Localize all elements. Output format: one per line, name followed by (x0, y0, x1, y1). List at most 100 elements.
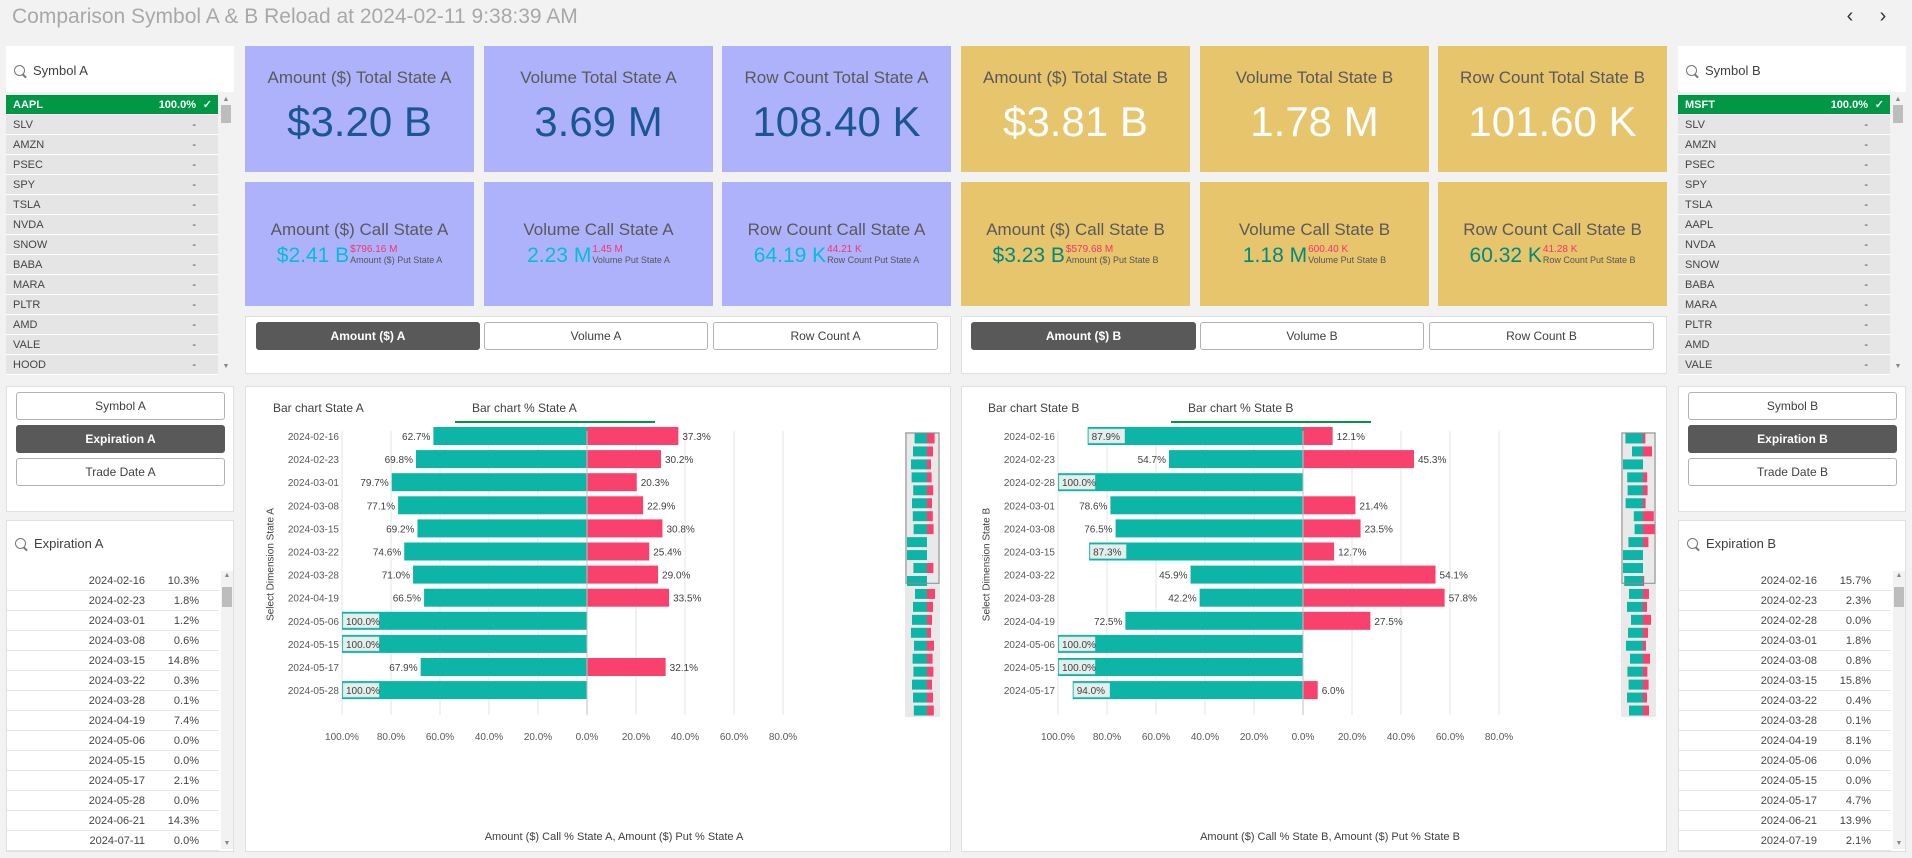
expiration-b-row[interactable]: 2024-05-15 0.0% (1679, 771, 1891, 791)
scroll-up-icon[interactable]: ▲ (220, 95, 232, 105)
amount-b-button[interactable]: Amount ($) B (971, 322, 1196, 350)
symbol-b-list-item[interactable]: VALE - (1678, 355, 1890, 375)
kpi-volume-call-b[interactable]: Volume Call State B 1.18 M 600.40 K Volume… (1200, 182, 1429, 306)
expiration-a-row[interactable]: 2024-05-28 0.0% (7, 791, 219, 811)
kpi-row-call-b[interactable]: Row Count Call State B 60.32 K 41.28 K Row… (1438, 182, 1667, 306)
kpi-amount-call-b[interactable]: Amount ($) Call State B $3.23 B $579.68 M… (961, 182, 1190, 306)
symbol-a-list-item[interactable]: PLTR - (6, 295, 218, 315)
scroll-thumb[interactable] (221, 105, 231, 123)
expiration-a-row[interactable]: 2024-03-01 1.2% (7, 611, 219, 631)
bar-chart-b[interactable]: 100.0% 80.0% 60.0% 40.0% 20.0% 0.0% 20.0% 40.0%… (962, 387, 1668, 827)
expiration-b-row[interactable]: 2024-03-15 15.8% (1679, 671, 1891, 691)
expiration-a-row[interactable]: 2024-07-11 0.0% (7, 831, 219, 851)
symbol-a-header[interactable]: Symbol A (14, 63, 88, 78)
trade-date-a-button[interactable]: Trade Date A (16, 458, 225, 486)
symbol-a-list-item[interactable]: HOOD - (6, 355, 218, 375)
expiration-b-scrollbar[interactable]: ▲ ▼ (1893, 571, 1905, 849)
kpi-row-call-a[interactable]: Row Count Call State A 64.19 K 44.21 K Row… (722, 182, 951, 306)
scroll-thumb[interactable] (1893, 105, 1903, 123)
symbol-b-list-item[interactable]: TSLA - (1678, 195, 1890, 215)
kpi-row-total-b[interactable]: Row Count Total State B 101.60 K (1438, 46, 1667, 172)
symbol-a-list-item[interactable]: TSLA - (6, 195, 218, 215)
symbol-b-list-item[interactable]: BABA - (1678, 275, 1890, 295)
trade-date-b-button[interactable]: Trade Date B (1688, 458, 1897, 486)
symbol-a-list-item[interactable]: AMZN - (6, 135, 218, 155)
row-count-a-button[interactable]: Row Count A (713, 322, 938, 350)
next-sheet-button[interactable]: › (1872, 6, 1894, 28)
kpi-amount-total-a[interactable]: Amount ($) Total State A $3.20 B (245, 46, 474, 172)
expiration-b-row[interactable]: 2024-04-19 8.1% (1679, 731, 1891, 751)
expiration-b-row[interactable]: 2024-02-23 2.3% (1679, 591, 1891, 611)
scroll-thumb[interactable] (1894, 587, 1904, 607)
symbol-a-list-item[interactable]: VALE - (6, 335, 218, 355)
expiration-a-row[interactable]: 2024-03-28 0.1% (7, 691, 219, 711)
symbol-b-list-item[interactable]: AAPL - (1678, 215, 1890, 235)
symbol-b-list-item[interactable]: AMD - (1678, 335, 1890, 355)
symbol-b-scrollbar[interactable]: ▲ ▼ (1892, 95, 1904, 372)
previous-sheet-button[interactable]: ‹ (1839, 6, 1861, 28)
kpi-amount-call-a[interactable]: Amount ($) Call State A $2.41 B $796.16 M… (245, 182, 474, 306)
amount-a-button[interactable]: Amount ($) A (256, 322, 480, 350)
bar-chart-a[interactable]: 100.0% 80.0% 60.0% 40.0% 20.0% 0.0% 20.0% 40.0%… (246, 387, 952, 827)
scroll-up-icon[interactable]: ▲ (1893, 571, 1905, 581)
symbol-a-scrollbar[interactable]: ▲ ▼ (220, 95, 232, 372)
kpi-volume-call-a[interactable]: Volume Call State A 2.23 M 1.45 M Volume P… (484, 182, 713, 306)
expiration-b-row[interactable]: 2024-05-06 0.0% (1679, 751, 1891, 771)
expiration-a-button[interactable]: Expiration A (16, 425, 225, 453)
kpi-row-total-a[interactable]: Row Count Total State A 108.40 K (722, 46, 951, 172)
expiration-a-row[interactable]: 2024-02-23 1.8% (7, 591, 219, 611)
expiration-b-row[interactable]: 2024-07-19 2.1% (1679, 831, 1891, 851)
symbol-b-list-item[interactable]: MSFT 100.0% ✓ (1678, 95, 1890, 115)
expiration-b-row[interactable]: 2024-03-01 1.8% (1679, 631, 1891, 651)
symbol-b-list-item[interactable]: AMZN - (1678, 135, 1890, 155)
symbol-a-button[interactable]: Symbol A (16, 392, 225, 420)
expiration-b-row[interactable]: 2024-02-16 15.7% (1679, 571, 1891, 591)
scroll-down-icon[interactable]: ▼ (1892, 362, 1904, 372)
expiration-a-row[interactable]: 2024-06-21 14.3% (7, 811, 219, 831)
symbol-b-button[interactable]: Symbol B (1688, 392, 1897, 420)
symbol-b-list-item[interactable]: PLTR - (1678, 315, 1890, 335)
kpi-volume-total-a[interactable]: Volume Total State A 3.69 M (484, 46, 713, 172)
symbol-a-list-item[interactable]: SLV - (6, 115, 218, 135)
volume-b-button[interactable]: Volume B (1200, 322, 1424, 350)
expiration-a-scrollbar[interactable]: ▲ ▼ (221, 571, 233, 849)
symbol-a-list-item[interactable]: PSEC - (6, 155, 218, 175)
scroll-down-icon[interactable]: ▼ (221, 839, 233, 849)
expiration-a-header[interactable]: Expiration A (15, 536, 103, 551)
expiration-b-button[interactable]: Expiration B (1688, 425, 1897, 453)
scroll-up-icon[interactable]: ▲ (221, 571, 233, 581)
symbol-b-list-item[interactable]: MARA - (1678, 295, 1890, 315)
expiration-a-row[interactable]: 2024-03-22 0.3% (7, 671, 219, 691)
symbol-b-header[interactable]: Symbol B (1686, 63, 1761, 78)
expiration-a-row[interactable]: 2024-02-16 10.3% (7, 571, 219, 591)
expiration-a-row[interactable]: 2024-05-15 0.0% (7, 751, 219, 771)
expiration-b-row[interactable]: 2024-06-21 13.9% (1679, 811, 1891, 831)
row-count-b-button[interactable]: Row Count B (1429, 322, 1654, 350)
symbol-a-list-item[interactable]: AMD - (6, 315, 218, 335)
volume-a-button[interactable]: Volume A (484, 322, 708, 350)
kpi-volume-total-b[interactable]: Volume Total State B 1.78 M (1200, 46, 1429, 172)
symbol-a-list-item[interactable]: NVDA - (6, 215, 218, 235)
expiration-b-row[interactable]: 2024-05-17 4.7% (1679, 791, 1891, 811)
scroll-down-icon[interactable]: ▼ (1893, 839, 1905, 849)
expiration-a-row[interactable]: 2024-05-17 2.1% (7, 771, 219, 791)
scroll-up-icon[interactable]: ▲ (1892, 95, 1904, 105)
expiration-b-row[interactable]: 2024-02-28 0.0% (1679, 611, 1891, 631)
symbol-b-list-item[interactable]: SNOW - (1678, 255, 1890, 275)
expiration-a-row[interactable]: 2024-03-15 14.8% (7, 651, 219, 671)
kpi-amount-total-b[interactable]: Amount ($) Total State B $3.81 B (961, 46, 1190, 172)
symbol-a-list-item[interactable]: AAPL 100.0% ✓ (6, 95, 218, 115)
expiration-b-row[interactable]: 2024-03-28 0.1% (1679, 711, 1891, 731)
expiration-b-row[interactable]: 2024-03-08 0.8% (1679, 651, 1891, 671)
symbol-a-list-item[interactable]: SPY - (6, 175, 218, 195)
expiration-a-row[interactable]: 2024-04-19 7.4% (7, 711, 219, 731)
symbol-b-list-item[interactable]: SLV - (1678, 115, 1890, 135)
symbol-a-list-item[interactable]: SNOW - (6, 235, 218, 255)
symbol-b-list-item[interactable]: NVDA - (1678, 235, 1890, 255)
symbol-a-list-item[interactable]: BABA - (6, 255, 218, 275)
expiration-b-row[interactable]: 2024-03-22 0.4% (1679, 691, 1891, 711)
scroll-down-icon[interactable]: ▼ (220, 362, 232, 372)
expiration-a-row[interactable]: 2024-03-08 0.6% (7, 631, 219, 651)
symbol-b-list-item[interactable]: PSEC - (1678, 155, 1890, 175)
expiration-b-header[interactable]: Expiration B (1687, 536, 1776, 551)
